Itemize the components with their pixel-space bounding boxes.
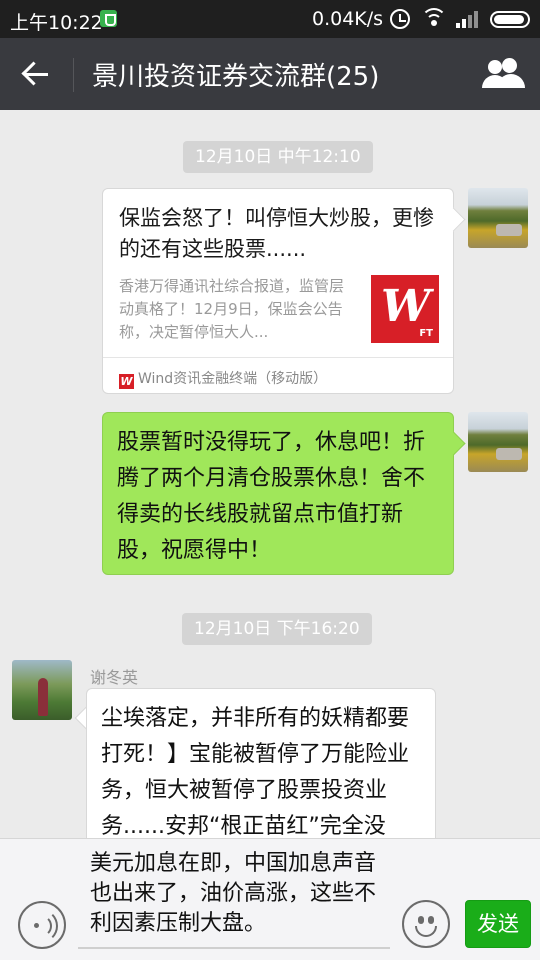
outgoing-text-bubble[interactable]: 股票暂时没得玩了，休息吧！折腾了两个月清仓股票休息！舍不得卖的长线股就留点市值打…	[102, 412, 454, 575]
chat-title: 景川投资证券交流群(25)	[92, 62, 380, 92]
sender-name: 谢冬英	[90, 668, 139, 687]
message-input[interactable]: 美元加息在即，中国加息声音也出来了，油价高涨，这些不利因素压制大盘。	[90, 849, 390, 939]
battery-icon	[490, 11, 530, 28]
status-bar: 上午10:22 0.04K/s	[0, 0, 540, 38]
link-card-description: 香港万得通讯社综合报道，监管层动真格了！12月9日，保监会公告称，决定暂停恒大人…	[119, 277, 345, 341]
incoming-text-bubble[interactable]: 尘埃落定，并非所有的妖精都要打死！】宝能被暂停了万能险业务，恒大被暂停了股票投资…	[86, 688, 436, 858]
chat-header: 景川投资证券交流群(25)	[0, 38, 540, 110]
link-card-source-label: Wind资讯金融终端（移动版）	[138, 371, 328, 387]
wind-logo-thumbnail: W FT	[371, 275, 439, 343]
link-card-divider	[103, 357, 453, 358]
input-underline	[78, 947, 390, 949]
back-arrow-icon[interactable]	[18, 58, 54, 90]
message-composer: 美元加息在即，中国加息声音也出来了，油价高涨，这些不利因素压制大盘。	[0, 838, 540, 960]
status-time: 上午10:22	[10, 12, 103, 34]
wifi-icon	[421, 6, 447, 32]
message-timestamp: 12月10日 中午12:10	[183, 141, 373, 173]
voice-input-icon[interactable]	[18, 901, 66, 949]
sender-avatar[interactable]	[12, 660, 72, 720]
wind-source-icon: W	[119, 374, 134, 389]
my-avatar[interactable]	[468, 412, 528, 472]
link-card-message[interactable]: 保监会怒了！叫停恒大炒股，更惨的还有这些股票...... 香港万得通讯社综合报道…	[102, 188, 454, 394]
my-avatar[interactable]	[468, 188, 528, 248]
signal-icon	[456, 10, 482, 28]
group-members-icon[interactable]	[482, 58, 525, 90]
alarm-icon	[390, 9, 410, 29]
header-divider	[73, 58, 74, 92]
shield-icon	[100, 10, 117, 27]
network-speed: 0.04K/s	[312, 8, 384, 30]
link-card-source: W Wind资讯金融终端（移动版）	[119, 368, 327, 389]
thumbnail-label: FT	[419, 328, 433, 339]
message-timestamp: 12月10日 下午16:20	[182, 613, 372, 645]
send-button[interactable]: 发送	[465, 900, 531, 948]
link-card-title: 保监会怒了！叫停恒大炒股，更惨的还有这些股票......	[119, 206, 434, 261]
emoji-icon[interactable]	[402, 900, 450, 948]
